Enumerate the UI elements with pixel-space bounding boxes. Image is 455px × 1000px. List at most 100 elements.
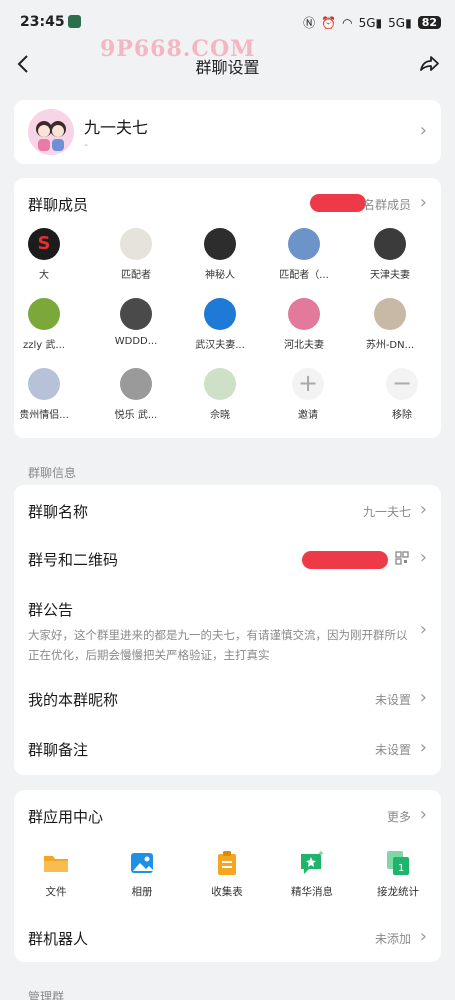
group-name-row[interactable]: 群聊名称 九一夫七 › [14, 485, 441, 533]
member-item[interactable]: zzly 武... [14, 298, 82, 351]
member-avatar [204, 228, 236, 260]
member-item[interactable]: 贵州情侣... [14, 368, 82, 421]
clipboard-icon [212, 848, 242, 878]
member-avatar [28, 298, 60, 330]
redaction-scribble [302, 551, 388, 569]
section-label-group-info: 群聊信息 [28, 466, 77, 480]
group-remark-row[interactable]: 群聊备注 未设置 › [14, 725, 441, 773]
app-label: 收集表 [211, 886, 243, 898]
group-profile-card[interactable]: 九一夫七 - › [14, 100, 441, 164]
member-item[interactable]: WDDD... [98, 298, 174, 347]
wifi-icon: ◠ [342, 15, 353, 30]
invite-member-button[interactable]: + 邀请 [270, 368, 346, 421]
app-album[interactable]: 相册 [106, 848, 178, 899]
photo-album-icon [127, 848, 157, 878]
chevron-right-icon: › [419, 737, 427, 758]
chat-star-icon [297, 848, 327, 878]
remove-label: 移除 [392, 410, 412, 421]
member-avatar [374, 228, 406, 260]
group-robot-title: 群机器人 [28, 930, 89, 948]
group-robot-value: 未添加 [374, 932, 411, 946]
member-item[interactable]: 武汉夫妻... [182, 298, 258, 351]
chevron-right-icon: › [419, 120, 427, 141]
member-name: 苏州-DN... [365, 340, 415, 351]
app-essence[interactable]: 精华消息 [276, 848, 348, 899]
app-label: 相册 [131, 886, 153, 898]
group-robot-row[interactable]: 群机器人 未添加 › [14, 914, 441, 962]
group-apps-more[interactable]: 更多 [387, 808, 411, 825]
alarm-icon: ⏰ [321, 15, 337, 30]
chevron-right-icon: › [419, 687, 427, 708]
group-notice-title: 群公告 [28, 601, 74, 619]
invite-label: 邀请 [298, 410, 318, 421]
chevron-right-icon: › [419, 499, 427, 520]
member-avatar: S [28, 228, 60, 260]
group-avatar [28, 109, 74, 155]
app-form[interactable]: 收集表 [191, 848, 263, 899]
member-avatar [374, 298, 406, 330]
folder-icon [41, 848, 71, 878]
my-nickname-value: 未设置 [374, 693, 411, 707]
group-notice-text: 大家好，这个群里进来的都是九一的夫七，有请谨慎交流，因为刚开群所以正在优化，后期… [28, 628, 408, 662]
member-name: 佘晓 [210, 410, 230, 421]
member-item[interactable]: 佘晓 [182, 368, 258, 421]
member-name: 武汉夫妻... [195, 340, 245, 351]
group-remark-value: 未设置 [374, 743, 411, 757]
member-item[interactable]: 天津夫妻 [352, 228, 428, 281]
members-count[interactable]: 名群成员 [363, 196, 411, 213]
member-name: WDDD... [114, 336, 158, 347]
copy-icon: 1 [383, 848, 413, 878]
member-avatar [28, 368, 60, 400]
group-remark-title: 群聊备注 [28, 741, 89, 759]
member-avatar [120, 228, 152, 260]
group-apps-card: 群应用中心 更多 › 文件 相册 收集表 精华消息 1 接龙统计 群机器人 未添… [14, 790, 441, 962]
app-label: 文件 [45, 886, 67, 898]
signal-icon-2: 5G▮ [388, 15, 412, 30]
chevron-right-icon: › [419, 547, 427, 568]
app-relay[interactable]: 1 接龙统计 [362, 848, 434, 899]
watermark-text: 9P668.COM [100, 36, 256, 62]
group-qr-row-title: 群号和二维码 [28, 551, 119, 569]
member-avatar [120, 368, 152, 400]
member-name: 贵州情侣... [19, 410, 69, 421]
plus-icon: + [292, 368, 324, 400]
member-item[interactable]: 匹配者（... [266, 228, 342, 281]
battery-indicator: 82 [417, 16, 441, 29]
group-qr-row[interactable]: 群号和二维码 › [14, 533, 441, 581]
member-avatar [288, 298, 320, 330]
group-notice-row[interactable]: 群公告 大家好，这个群里进来的都是九一的夫七，有请谨慎交流，因为刚开群所以正在优… [14, 589, 441, 669]
group-name-row-title: 群聊名称 [28, 503, 89, 521]
nfc-icon: Ⓝ [303, 16, 316, 30]
member-item[interactable]: 苏州-DN... [352, 298, 428, 351]
chevron-right-icon: › [419, 804, 427, 825]
member-item[interactable]: 河北夫妻 [266, 298, 342, 351]
group-info-card: 群聊名称 九一夫七 › 群号和二维码 › 群公告 大家好，这个群里进来的都是九一… [14, 485, 441, 775]
member-avatar [120, 298, 152, 330]
qr-code-icon [395, 551, 409, 565]
member-name: zzly 武... [23, 340, 65, 351]
member-name: 河北夫妻 [284, 340, 324, 351]
signal-icon-1: 5G▮ [358, 15, 383, 30]
member-item[interactable]: S大 [14, 228, 82, 281]
chevron-right-icon: › [419, 619, 427, 640]
remove-member-button[interactable]: − 移除 [364, 368, 440, 421]
member-item[interactable]: 匹配者 [98, 228, 174, 281]
svg-text:1: 1 [398, 863, 404, 874]
share-icon[interactable] [415, 50, 443, 78]
app-label: 精华消息 [291, 886, 333, 898]
member-item[interactable]: 悦乐 武... [98, 368, 174, 421]
group-subtitle: - [84, 138, 88, 151]
member-name: 神秘人 [205, 270, 235, 281]
group-name-row-value: 九一夫七 [362, 505, 411, 519]
app-files[interactable]: 文件 [20, 848, 92, 899]
member-avatar [204, 368, 236, 400]
members-title: 群聊成员 [28, 196, 89, 214]
member-avatar [204, 298, 236, 330]
members-card: 群聊成员 名群成员 › S 大匹配者 神秘人 匹配者（... 天津夫妻 zzly 武...… [14, 178, 441, 438]
status-time: 23:45 [20, 14, 65, 30]
status-icons: Ⓝ ⏰ ◠ 5G▮ 5G▮ 82 [303, 14, 441, 31]
my-nickname-title: 我的本群昵称 [28, 691, 119, 709]
member-name: 大 [39, 270, 49, 281]
my-nickname-row[interactable]: 我的本群昵称 未设置 › [14, 677, 441, 725]
member-item[interactable]: 神秘人 [182, 228, 258, 281]
